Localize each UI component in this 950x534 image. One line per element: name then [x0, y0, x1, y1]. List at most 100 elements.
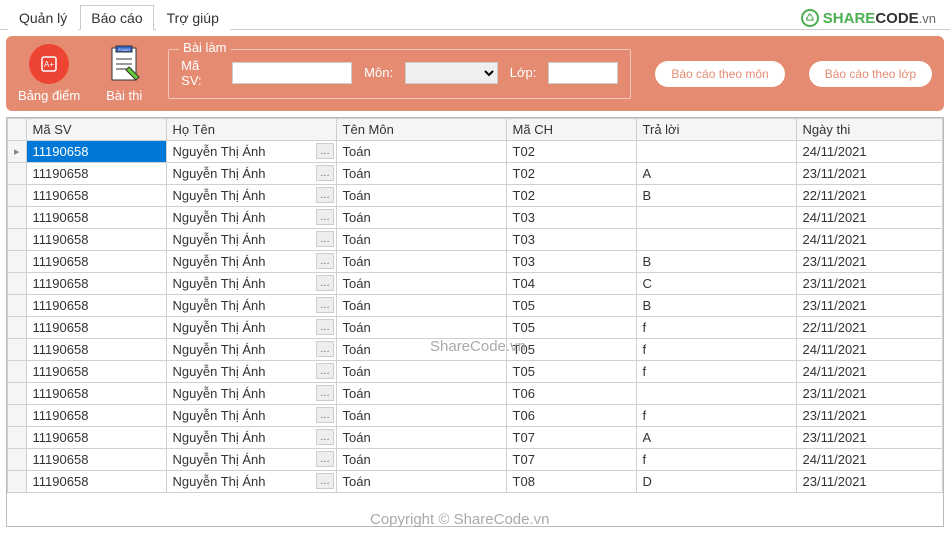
- mon-select[interactable]: [405, 62, 498, 84]
- cell-masv[interactable]: 11190658: [26, 141, 166, 163]
- cell-tenmon[interactable]: Toán: [336, 141, 506, 163]
- ellipsis-icon[interactable]: ...: [316, 143, 333, 159]
- table-row[interactable]: 11190658Nguyễn Thị Ánh...ToánT07f24/11/2…: [8, 449, 943, 471]
- cell-tenmon[interactable]: Toán: [336, 207, 506, 229]
- ellipsis-icon[interactable]: ...: [316, 187, 333, 203]
- cell-tenmon[interactable]: Toán: [336, 427, 506, 449]
- row-indicator[interactable]: [8, 295, 27, 317]
- table-row[interactable]: 11190658Nguyễn Thị Ánh...ToánT02B22/11/2…: [8, 185, 943, 207]
- cell-masv[interactable]: 11190658: [26, 163, 166, 185]
- cell-traloi[interactable]: f: [636, 317, 796, 339]
- table-row[interactable]: 11190658Nguyễn Thị Ánh...ToánT05B23/11/2…: [8, 295, 943, 317]
- ellipsis-icon[interactable]: ...: [316, 297, 333, 313]
- cell-mach[interactable]: T03: [506, 251, 636, 273]
- cell-masv[interactable]: 11190658: [26, 361, 166, 383]
- col-mach[interactable]: Mã CH: [506, 119, 636, 141]
- cell-masv[interactable]: 11190658: [26, 295, 166, 317]
- row-indicator[interactable]: [8, 427, 27, 449]
- cell-hoten[interactable]: Nguyễn Thị Ánh...: [166, 229, 336, 251]
- cell-mach[interactable]: T05: [506, 317, 636, 339]
- cell-hoten[interactable]: Nguyễn Thị Ánh...: [166, 427, 336, 449]
- cell-hoten[interactable]: Nguyễn Thị Ánh...: [166, 185, 336, 207]
- ellipsis-icon[interactable]: ...: [316, 231, 333, 247]
- col-masv[interactable]: Mã SV: [26, 119, 166, 141]
- ellipsis-icon[interactable]: ...: [316, 209, 333, 225]
- baithi-button[interactable]: EXAM Bài thi: [104, 44, 144, 103]
- cell-tenmon[interactable]: Toán: [336, 251, 506, 273]
- cell-ngay[interactable]: 24/11/2021: [796, 361, 942, 383]
- cell-traloi[interactable]: D: [636, 471, 796, 493]
- cell-traloi[interactable]: [636, 141, 796, 163]
- ellipsis-icon[interactable]: ...: [316, 319, 333, 335]
- cell-tenmon[interactable]: Toán: [336, 471, 506, 493]
- row-indicator[interactable]: [8, 471, 27, 493]
- data-grid[interactable]: Mã SV Họ Tên Tên Môn Mã CH Trả lời Ngày …: [6, 117, 944, 527]
- cell-tenmon[interactable]: Toán: [336, 405, 506, 427]
- masv-input[interactable]: [232, 62, 352, 84]
- cell-tenmon[interactable]: Toán: [336, 229, 506, 251]
- table-row[interactable]: 11190658Nguyễn Thị Ánh...ToánT08D23/11/2…: [8, 471, 943, 493]
- table-row[interactable]: 11190658Nguyễn Thị Ánh...ToánT05f24/11/2…: [8, 361, 943, 383]
- cell-tenmon[interactable]: Toán: [336, 295, 506, 317]
- ellipsis-icon[interactable]: ...: [316, 429, 333, 445]
- tab-quanly[interactable]: Quản lý: [8, 5, 78, 30]
- row-indicator[interactable]: [8, 251, 27, 273]
- cell-mach[interactable]: T02: [506, 185, 636, 207]
- cell-masv[interactable]: 11190658: [26, 427, 166, 449]
- ellipsis-icon[interactable]: ...: [316, 473, 333, 489]
- cell-traloi[interactable]: C: [636, 273, 796, 295]
- cell-tenmon[interactable]: Toán: [336, 273, 506, 295]
- table-row[interactable]: 11190658Nguyễn Thị Ánh...ToánT0324/11/20…: [8, 207, 943, 229]
- cell-masv[interactable]: 11190658: [26, 471, 166, 493]
- cell-tenmon[interactable]: Toán: [336, 449, 506, 471]
- cell-traloi[interactable]: B: [636, 295, 796, 317]
- cell-tenmon[interactable]: Toán: [336, 185, 506, 207]
- cell-masv[interactable]: 11190658: [26, 251, 166, 273]
- row-indicator[interactable]: [8, 163, 27, 185]
- cell-mach[interactable]: T04: [506, 273, 636, 295]
- cell-traloi[interactable]: B: [636, 251, 796, 273]
- cell-tenmon[interactable]: Toán: [336, 383, 506, 405]
- cell-hoten[interactable]: Nguyễn Thị Ánh...: [166, 339, 336, 361]
- ellipsis-icon[interactable]: ...: [316, 253, 333, 269]
- col-traloi[interactable]: Trả lời: [636, 119, 796, 141]
- col-tenmon[interactable]: Tên Môn: [336, 119, 506, 141]
- cell-ngay[interactable]: 24/11/2021: [796, 141, 942, 163]
- cell-mach[interactable]: T03: [506, 207, 636, 229]
- cell-ngay[interactable]: 23/11/2021: [796, 251, 942, 273]
- cell-hoten[interactable]: Nguyễn Thị Ánh...: [166, 317, 336, 339]
- ellipsis-icon[interactable]: ...: [316, 275, 333, 291]
- cell-ngay[interactable]: 23/11/2021: [796, 405, 942, 427]
- cell-mach[interactable]: T07: [506, 449, 636, 471]
- cell-mach[interactable]: T05: [506, 339, 636, 361]
- cell-traloi[interactable]: f: [636, 361, 796, 383]
- table-row[interactable]: 11190658Nguyễn Thị Ánh...ToánT02A23/11/2…: [8, 163, 943, 185]
- cell-mach[interactable]: T07: [506, 427, 636, 449]
- cell-traloi[interactable]: B: [636, 185, 796, 207]
- cell-masv[interactable]: 11190658: [26, 207, 166, 229]
- table-row[interactable]: 11190658Nguyễn Thị Ánh...ToánT05f24/11/2…: [8, 339, 943, 361]
- cell-traloi[interactable]: A: [636, 163, 796, 185]
- row-indicator[interactable]: [8, 405, 27, 427]
- cell-hoten[interactable]: Nguyễn Thị Ánh...: [166, 361, 336, 383]
- row-indicator[interactable]: [8, 317, 27, 339]
- cell-masv[interactable]: 11190658: [26, 405, 166, 427]
- cell-hoten[interactable]: Nguyễn Thị Ánh...: [166, 383, 336, 405]
- row-indicator[interactable]: [8, 207, 27, 229]
- col-ngaythi[interactable]: Ngày thi: [796, 119, 942, 141]
- ellipsis-icon[interactable]: ...: [316, 165, 333, 181]
- cell-hoten[interactable]: Nguyễn Thị Ánh...: [166, 163, 336, 185]
- cell-mach[interactable]: T06: [506, 383, 636, 405]
- cell-mach[interactable]: T05: [506, 295, 636, 317]
- tab-baocao[interactable]: Báo cáo: [80, 5, 153, 30]
- cell-ngay[interactable]: 23/11/2021: [796, 295, 942, 317]
- cell-ngay[interactable]: 23/11/2021: [796, 273, 942, 295]
- cell-mach[interactable]: T02: [506, 163, 636, 185]
- cell-ngay[interactable]: 24/11/2021: [796, 339, 942, 361]
- report-mon-button[interactable]: Báo cáo theo môn: [655, 61, 784, 87]
- col-hoten[interactable]: Họ Tên: [166, 119, 336, 141]
- cell-ngay[interactable]: 22/11/2021: [796, 185, 942, 207]
- row-indicator[interactable]: [8, 383, 27, 405]
- cell-tenmon[interactable]: Toán: [336, 361, 506, 383]
- row-indicator[interactable]: [8, 449, 27, 471]
